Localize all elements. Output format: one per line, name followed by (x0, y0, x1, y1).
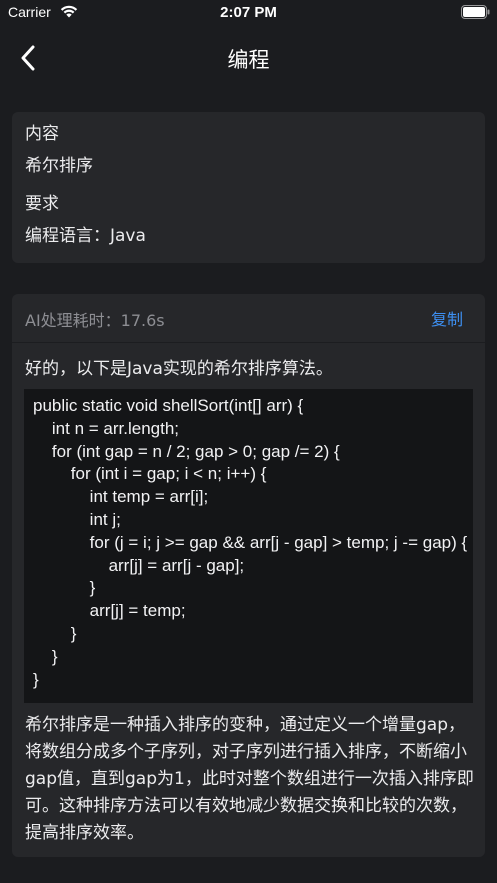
result-card: AI处理耗时：17.6s 复制 好的，以下是Java实现的希尔排序算法。 pub… (12, 294, 485, 857)
requirement-label: 要求 (25, 194, 59, 214)
result-description: 希尔排序是一种插入排序的变种，通过定义一个增量gap，将数组分成多个子序列，对子… (25, 715, 474, 843)
navigation-bar: 编程 (0, 30, 497, 86)
result-intro: 好的，以下是Java实现的希尔排序算法。 (25, 359, 333, 379)
request-card: 内容 希尔排序 要求 编程语言：Java (12, 112, 485, 263)
code-text: public static void shellSort(int[] arr) … (33, 396, 468, 689)
code-block[interactable]: public static void shellSort(int[] arr) … (24, 389, 473, 703)
content-value: 希尔排序 (25, 156, 93, 176)
processing-time: AI处理耗时：17.6s (25, 311, 165, 330)
battery-icon (461, 5, 490, 19)
copy-button[interactable]: 复制 (431, 306, 463, 330)
page-title: 编程 (227, 48, 270, 72)
status-time: 2:07 PM (220, 4, 277, 21)
result-header: AI处理耗时：17.6s 复制 (12, 294, 485, 343)
status-bar: Carrier 2:07 PM (0, 0, 497, 26)
requirement-value: 编程语言：Java (25, 226, 146, 246)
content-label: 内容 (25, 124, 59, 144)
